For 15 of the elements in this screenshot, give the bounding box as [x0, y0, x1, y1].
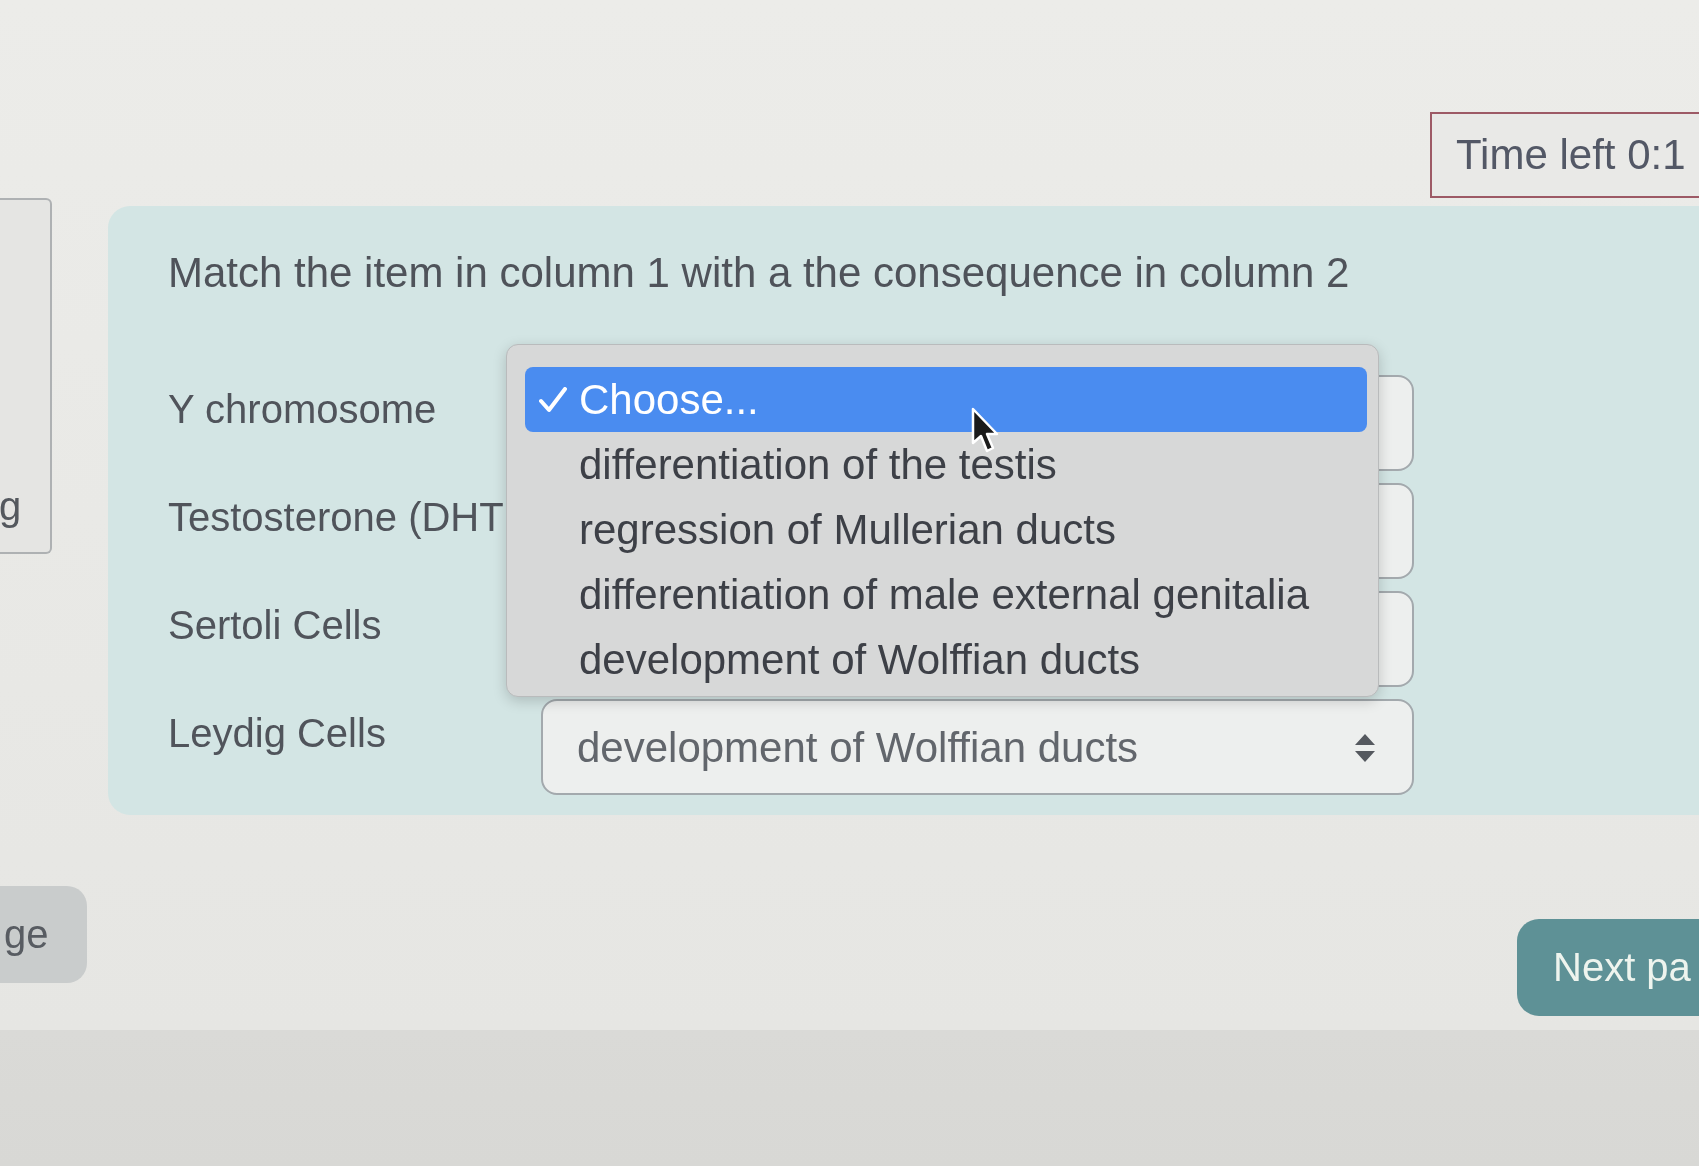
- dropdown-option[interactable]: regression of Mullerian ducts: [525, 497, 1367, 562]
- dropdown-option[interactable]: development of Wolffian ducts: [525, 627, 1367, 692]
- up-down-arrows-icon: [1354, 733, 1376, 763]
- item-label: Y chromosome: [168, 386, 438, 433]
- panel-text: g: [0, 484, 22, 528]
- answer-select[interactable]: development of Wolffian ducts: [541, 699, 1414, 795]
- item-label: Leydig Cells: [168, 710, 387, 757]
- item-label: Sertoli Cells: [168, 602, 383, 649]
- question-prompt: Match the item in column 1 with a the consequence in column 2: [168, 248, 1350, 298]
- checkmark-icon: [539, 386, 567, 413]
- timer-display: Time left 0:1: [1430, 112, 1699, 198]
- previous-page-button[interactable]: ge: [0, 886, 87, 983]
- dropdown-option[interactable]: differentiation of male external genitalia: [525, 562, 1367, 627]
- dropdown-option[interactable]: differentiation of the testis: [525, 432, 1367, 497]
- item-label: Testosterone (DHT: [168, 494, 505, 541]
